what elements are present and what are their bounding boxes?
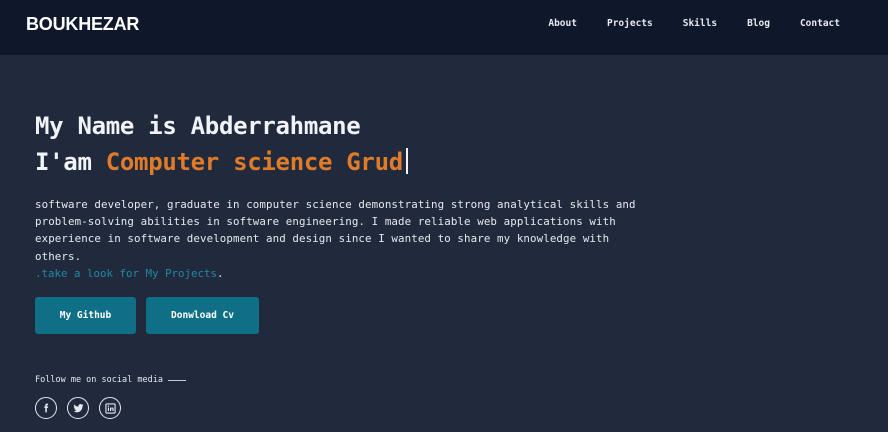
nav-link-blog[interactable]: Blog	[747, 18, 770, 29]
facebook-icon[interactable]	[35, 397, 57, 419]
hero-headline: My Name is Abderrahmane I'am Computer sc…	[35, 108, 655, 180]
hero-role: Computer science Grud	[105, 148, 403, 176]
hero-intro: software developer, graduate in computer…	[35, 198, 636, 263]
hero-name-line: My Name is Abderrahmane	[35, 112, 361, 140]
typing-cursor	[405, 148, 408, 174]
social-icons	[35, 397, 131, 419]
nav-link-skills[interactable]: Skills	[683, 18, 717, 29]
follow-divider	[167, 379, 186, 381]
github-button[interactable]: My Github	[35, 297, 136, 334]
projects-suffix: .	[217, 266, 224, 280]
brand-logo[interactable]: BOUKHEZAR	[26, 14, 139, 35]
nav-link-projects[interactable]: Projects	[607, 18, 653, 29]
navbar: BOUKHEZAR About Projects Skills Blog Con…	[0, 0, 888, 55]
linkedin-icon[interactable]	[99, 397, 121, 419]
projects-link[interactable]: .take a look for My Projects	[35, 267, 217, 280]
nav-links: About Projects Skills Blog Contact	[548, 18, 840, 29]
twitter-icon[interactable]	[67, 397, 89, 419]
follow-label: Follow me on social media	[35, 375, 163, 385]
projects-line: .take a look for My Projects.	[35, 265, 655, 282]
follow-social: Follow me on social media	[35, 375, 186, 385]
nav-link-about[interactable]: About	[548, 18, 577, 29]
nav-link-contact[interactable]: Contact	[800, 18, 840, 29]
hero-role-prefix: I'am	[35, 148, 106, 176]
hero-section: My Name is Abderrahmane I'am Computer sc…	[35, 108, 655, 282]
hero-buttons: My Github Donwload Cv	[35, 297, 259, 334]
download-cv-button[interactable]: Donwload Cv	[146, 297, 259, 334]
